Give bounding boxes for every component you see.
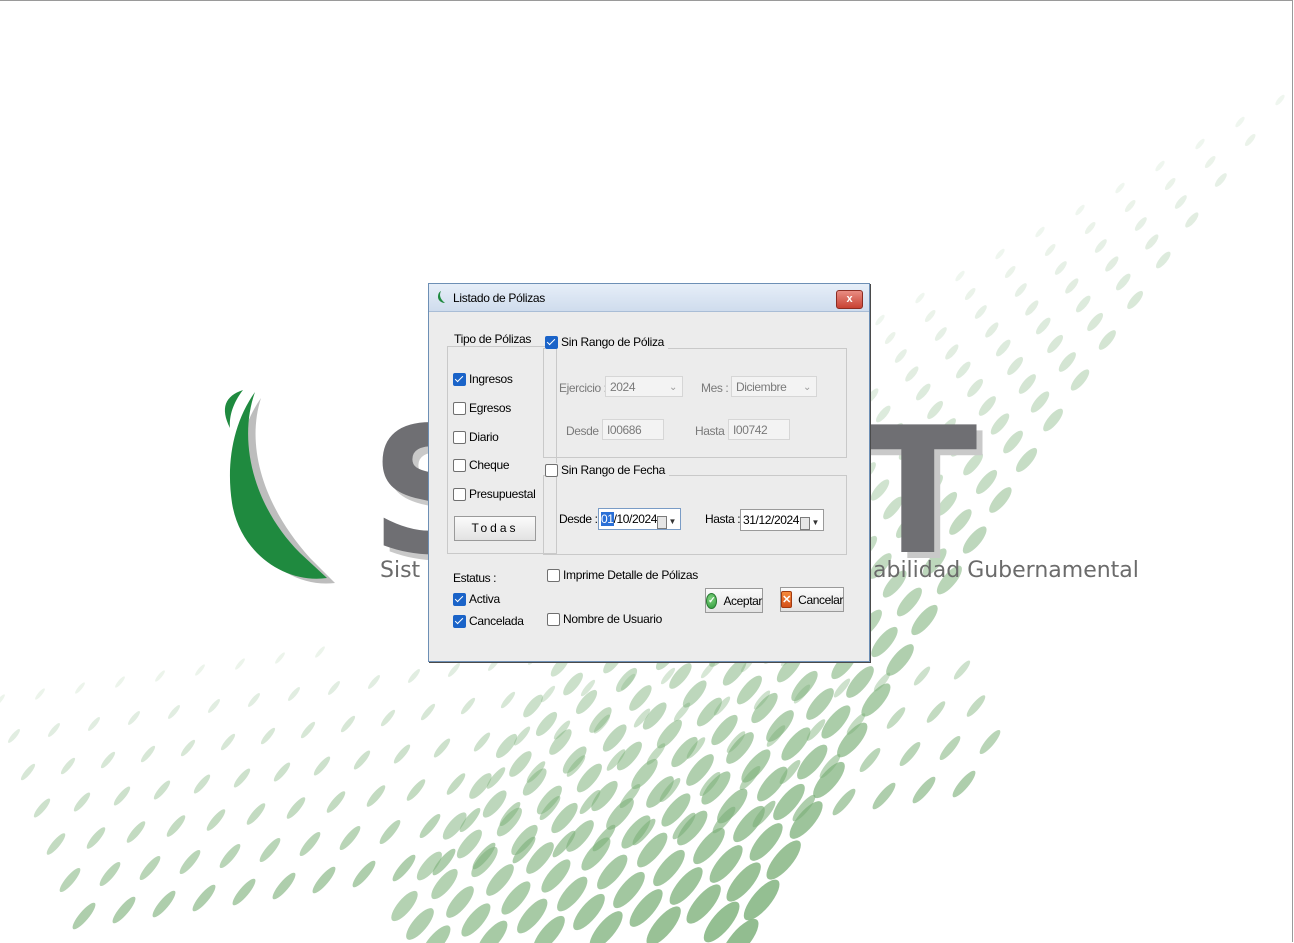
aceptar-label: Aceptar xyxy=(723,593,762,608)
checkbox-cheque-box[interactable] xyxy=(453,458,466,472)
mes-select[interactable]: Diciembre ⌄ xyxy=(731,376,817,397)
checkbox-diario-box[interactable] xyxy=(453,430,466,444)
checkbox-activa-box[interactable] xyxy=(453,592,466,606)
close-button[interactable]: x xyxy=(836,290,863,309)
mes-label: Mes : xyxy=(701,381,729,395)
ejercicio-label: Ejercicio : xyxy=(559,381,607,395)
calendar-dropdown-icon[interactable]: ▼ xyxy=(800,513,819,533)
checkbox-cancelada[interactable]: Cancelada xyxy=(453,614,524,628)
hasta-poliza-field[interactable]: I00742 xyxy=(728,419,790,440)
ejercicio-select[interactable]: 2024 ⌄ xyxy=(605,376,683,397)
cancel-x-icon: ✕ xyxy=(781,591,793,608)
checkbox-diario[interactable]: Diario xyxy=(453,430,499,444)
dialog-title: Listado de Pólizas xyxy=(453,291,545,305)
todas-button[interactable]: Todas xyxy=(454,516,536,541)
checkbox-egresos-label: Egresos xyxy=(469,401,511,415)
checkbox-cancelada-label: Cancelada xyxy=(469,614,524,628)
checkmark-icon: ✓ xyxy=(706,592,718,609)
estatus-label: Estatus : xyxy=(453,571,497,585)
app-leaf-icon xyxy=(438,291,445,303)
calendar-dropdown-icon[interactable]: ▼ xyxy=(657,512,676,532)
sin-rango-poliza-label: Sin Rango de Póliza xyxy=(561,335,665,349)
checkbox-presupuestal-box[interactable] xyxy=(453,487,466,501)
listado-polizas-dialog: Listado de Pólizas x Tipo de Pólizas Ing… xyxy=(428,283,870,662)
sin-rango-fecha-label: Sin Rango de Fecha xyxy=(561,463,666,477)
checkbox-activa[interactable]: Activa xyxy=(453,592,500,606)
checkbox-egresos[interactable]: Egresos xyxy=(453,401,511,415)
dialog-titlebar[interactable]: Listado de Pólizas x xyxy=(429,284,869,312)
checkbox-cancelada-box[interactable] xyxy=(453,614,466,628)
checkbox-imprime-detalle[interactable]: Imprime Detalle de Pólizas xyxy=(547,568,698,582)
cancelar-label: Cancelar xyxy=(798,592,843,607)
close-icon: x xyxy=(846,293,853,305)
mes-value: Diciembre xyxy=(736,380,787,394)
hasta-poliza-label: Hasta : xyxy=(695,424,731,438)
desde-fecha-rest: /10/2024 xyxy=(613,512,658,526)
ejercicio-value: 2024 xyxy=(610,380,636,394)
checkbox-imprime-detalle-box[interactable] xyxy=(547,568,560,582)
desde-poliza-label: Desde : xyxy=(566,424,605,438)
hasta-fecha-picker[interactable]: 31/12/2024 ▼ xyxy=(740,509,824,531)
checkbox-sin-rango-fecha-box[interactable] xyxy=(545,463,558,477)
checkbox-egresos-box[interactable] xyxy=(453,401,466,415)
checkbox-sin-rango-fecha[interactable]: Sin Rango de Fecha xyxy=(545,463,670,477)
imprime-detalle-label: Imprime Detalle de Pólizas xyxy=(563,568,698,582)
checkbox-cheque[interactable]: Cheque xyxy=(453,458,510,472)
desde-poliza-field[interactable]: I00686 xyxy=(602,419,664,440)
checkbox-diario-label: Diario xyxy=(469,430,499,444)
cancelar-button[interactable]: ✕ Cancelar xyxy=(780,587,844,612)
desde-fecha-day: 01 xyxy=(601,512,614,526)
checkbox-ingresos[interactable]: Ingresos xyxy=(453,372,513,386)
desde-fecha-label: Desde : xyxy=(559,512,598,526)
checkbox-nombre-usuario-box[interactable] xyxy=(547,612,560,626)
checkbox-cheque-label: Cheque xyxy=(469,458,510,472)
hasta-fecha-value: 31/12/2024 xyxy=(743,513,800,527)
checkbox-ingresos-label: Ingresos xyxy=(469,372,513,386)
chevron-down-icon: ⌄ xyxy=(669,382,677,393)
nombre-usuario-label: Nombre de Usuario xyxy=(563,612,662,626)
chevron-down-icon: ⌄ xyxy=(803,382,811,393)
checkbox-sin-rango-poliza[interactable]: Sin Rango de Póliza xyxy=(545,335,669,349)
tipo-polizas-legend: Tipo de Pólizas xyxy=(451,332,535,346)
checkbox-presupuestal-label: Presupuestal xyxy=(469,487,536,501)
hasta-fecha-label: Hasta : xyxy=(705,512,741,526)
desde-fecha-picker[interactable]: 01/10/2024 ▼ xyxy=(598,508,681,530)
checkbox-sin-rango-poliza-box[interactable] xyxy=(545,335,558,349)
checkbox-presupuestal[interactable]: Presupuestal xyxy=(453,487,536,501)
checkbox-nombre-usuario[interactable]: Nombre de Usuario xyxy=(547,612,662,626)
checkbox-ingresos-box[interactable] xyxy=(453,372,466,386)
aceptar-button[interactable]: ✓ Aceptar xyxy=(705,588,763,613)
checkbox-activa-label: Activa xyxy=(469,592,500,606)
rango-poliza-group xyxy=(543,348,847,458)
